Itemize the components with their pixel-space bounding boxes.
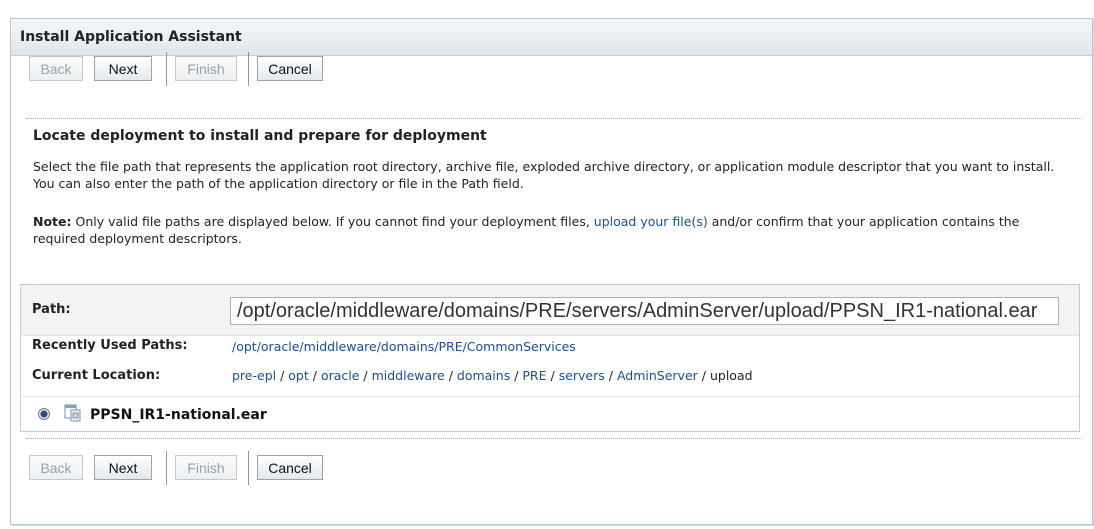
back-button[interactable]: Back [29,56,83,81]
toolbar-separator [248,52,249,86]
section-heading: Locate deployment to install and prepare… [33,128,487,144]
crumb-adminserver[interactable]: AdminServer [617,368,698,383]
crumb-middleware[interactable]: middleware [372,368,445,383]
path-input[interactable]: /opt/oracle/middleware/domains/PRE/serve… [230,297,1059,325]
crumb-pre-epl[interactable]: pre-epl [232,368,276,383]
divider [26,118,1082,119]
panel-title: Install Application Assistant [20,29,242,45]
crumb-oracle[interactable]: oracle [321,368,359,383]
note-label: Note: [33,214,72,229]
toolbar-separator [166,52,167,86]
file-radio-button[interactable] [38,408,50,420]
recent-paths-label: Recently Used Paths: [32,338,188,353]
finish-button[interactable]: Finish [175,56,237,81]
description-text: Select the file path that represents the… [33,159,1055,191]
file-list-row: PPSN_IR1-national.ear [21,396,1079,433]
path-label: Path: [32,302,71,317]
file-name[interactable]: PPSN_IR1-national.ear [90,407,267,423]
path-selection-box: Path: /opt/oracle/middleware/domains/PRE… [20,284,1080,432]
divider [26,438,1082,439]
next-button[interactable]: Next [94,56,152,81]
cancel-button-bottom[interactable]: Cancel [257,455,323,480]
note-text: Note: Only valid file paths are displaye… [33,213,1073,247]
crumb-servers[interactable]: servers [559,368,605,383]
current-location-label: Current Location: [32,368,161,383]
archive-file-icon [64,404,81,422]
toolbar-separator [248,451,249,485]
finish-button-bottom[interactable]: Finish [175,455,237,480]
panel-title-bar: Install Application Assistant [11,19,1092,56]
crumb-pre[interactable]: PRE [522,368,546,383]
breadcrumb: pre-epl / opt / oracle / middleware / do… [232,368,753,383]
cancel-button[interactable]: Cancel [257,56,323,81]
install-assistant-panel: Install Application Assistant Back Next … [10,18,1093,525]
next-button-bottom[interactable]: Next [94,455,152,480]
crumb-domains[interactable]: domains [457,368,510,383]
recent-path-link[interactable]: /opt/oracle/middleware/domains/PRE/Commo… [232,339,576,354]
path-row: Path: /opt/oracle/middleware/domains/PRE… [21,285,1079,336]
toolbar-separator [166,451,167,485]
note-text-part1: Only valid file paths are displayed belo… [71,214,594,229]
crumb-opt[interactable]: opt [288,368,308,383]
upload-files-link[interactable]: upload your file(s) [594,214,708,229]
back-button-bottom[interactable]: Back [29,455,83,480]
crumb-upload-current: upload [709,368,753,383]
